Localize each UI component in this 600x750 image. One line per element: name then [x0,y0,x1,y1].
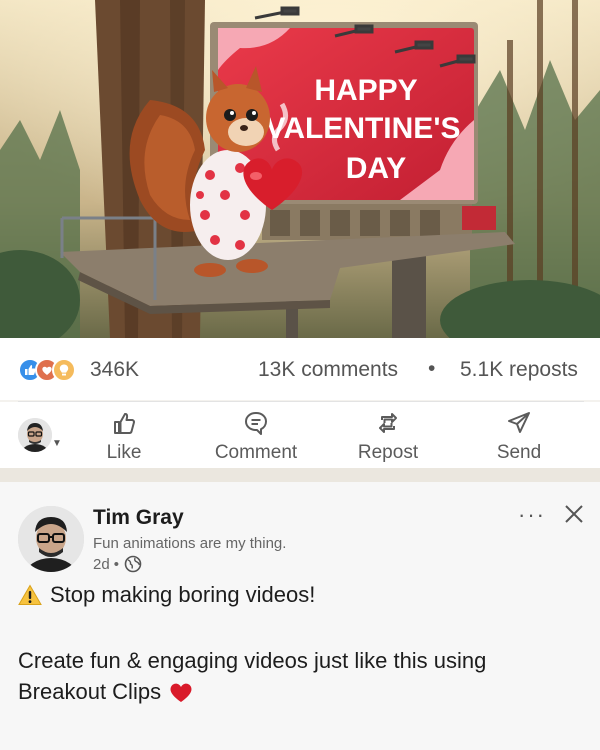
post-text-brand: Breakout Clips [18,679,162,704]
thumbs-up-icon [114,412,135,434]
post-headline-text: Stop making boring videos! [50,582,316,607]
current-user-avatar[interactable] [18,418,52,452]
svg-text:DAY: DAY [346,152,407,185]
send-label: Send [496,442,542,463]
like-label: Like [106,442,142,463]
like-button[interactable]: Like [94,410,154,464]
svg-text:HAPPY: HAPPY [314,74,417,107]
close-icon [565,505,583,523]
red-heart-icon [170,683,192,702]
post-time: 2d [93,555,110,573]
valentines-squirrel-illustration: HAPPY VALENTINE'S DAY [0,0,600,338]
warning-icon [18,584,42,605]
author-name[interactable]: Tim Gray [93,506,184,530]
insightful-icon [52,358,76,382]
feed-separator [0,468,600,482]
send-button[interactable]: Send [490,410,548,464]
post-actions-bar: ▼ Like Comment Repost Send [0,402,600,468]
comments-count[interactable]: 13K comments [258,358,398,382]
post-text-line-1: Stop making boring videos! [18,582,315,608]
chevron-down-icon[interactable]: ▼ [52,438,62,449]
author-avatar[interactable] [18,506,84,572]
post-text-line-2: Create fun & engaging videos just like t… [18,648,487,673]
globe-icon [124,555,142,573]
repost-button[interactable]: Repost [350,410,426,464]
feed-post: Tim Gray Fun animations are my thing. 2d… [0,482,600,750]
comment-icon [245,412,267,435]
reaction-icons[interactable] [18,358,80,382]
more-options-button[interactable]: ··· [518,502,546,528]
post-meta: 2d • [93,555,142,573]
repost-label: Repost [357,442,419,463]
repost-icon [379,413,397,433]
reactions-count[interactable]: 346K [90,358,139,382]
post-text-line-3: Breakout Clips [18,679,194,705]
comment-label: Comment [214,442,298,463]
comment-button[interactable]: Comment [206,410,306,464]
meta-separator: • [113,555,119,573]
send-icon [508,412,530,433]
counts-separator: • [428,357,436,380]
svg-text:VALENTINE'S: VALENTINE'S [266,112,461,145]
post-media-image[interactable]: HAPPY VALENTINE'S DAY [0,0,600,338]
social-counts-bar: 346K 13K comments • 5.1K reposts [0,338,600,400]
reposts-count[interactable]: 5.1K reposts [460,358,578,382]
close-button[interactable] [562,502,586,526]
author-headline: Fun animations are my thing. [93,535,287,552]
